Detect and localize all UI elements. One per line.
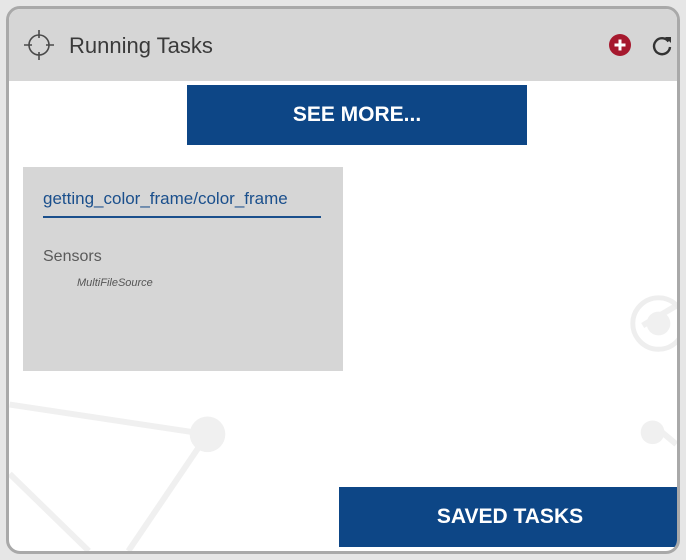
- task-card[interactable]: getting_color_frame/color_frame Sensors …: [23, 167, 343, 371]
- see-more-button[interactable]: SEE MORE...: [187, 85, 527, 145]
- sensor-source-label: MultiFileSource: [77, 277, 153, 289]
- add-task-button[interactable]: [609, 34, 631, 56]
- refresh-button[interactable]: [649, 33, 675, 59]
- refresh-icon: [652, 37, 672, 56]
- task-name-underline: [43, 216, 321, 218]
- task-name-link[interactable]: getting_color_frame/color_frame: [43, 189, 288, 209]
- title-bar: Running Tasks: [9, 9, 677, 81]
- plus-circle-icon: [614, 39, 626, 51]
- saved-tasks-button[interactable]: SAVED TASKS: [339, 487, 677, 547]
- sensors-label: Sensors: [43, 248, 102, 265]
- running-tasks-panel: Running Tasks SEE MORE... getting_color_…: [6, 6, 680, 554]
- panel-title: Running Tasks: [69, 33, 213, 58]
- crosshair-icon: [24, 30, 54, 60]
